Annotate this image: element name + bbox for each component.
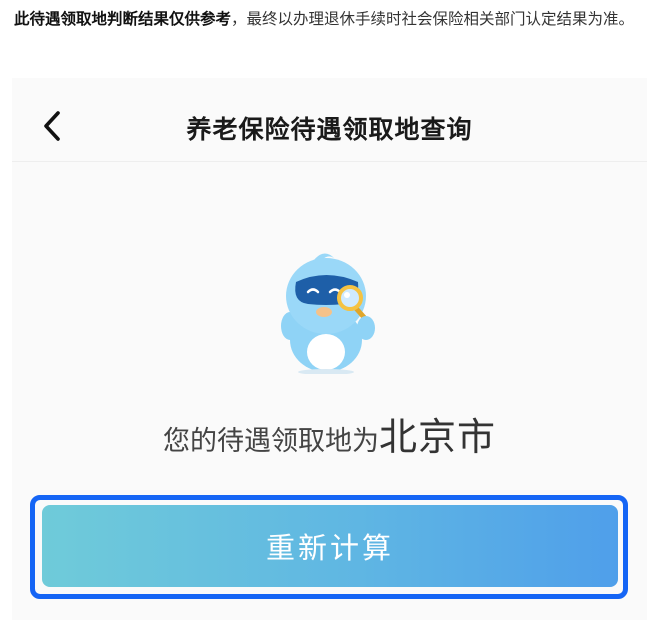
navigation-bar: 养老保险待遇领取地查询 [12,78,647,162]
result-text: 您的待遇领取地为北京市 [12,406,647,461]
recalculate-button[interactable]: 重新计算 [42,505,618,587]
mascot-icon [281,253,375,374]
page-title: 养老保险待遇领取地查询 [186,115,473,144]
result-city: 北京市 [378,415,496,459]
result-prefix: 您的待遇领取地为 [162,426,379,457]
disclaimer-text: ，最终以办理退休手续时社会保险相关部门认定结果为准。 [231,10,635,28]
disclaimer-notice: 此待遇领取地判断结果仅供参考，最终以办理退休手续时社会保险相关部门认定结果为准。 [14,6,649,33]
disclaimer-bold: 此待遇领取地判断结果仅供参考 [14,10,232,28]
